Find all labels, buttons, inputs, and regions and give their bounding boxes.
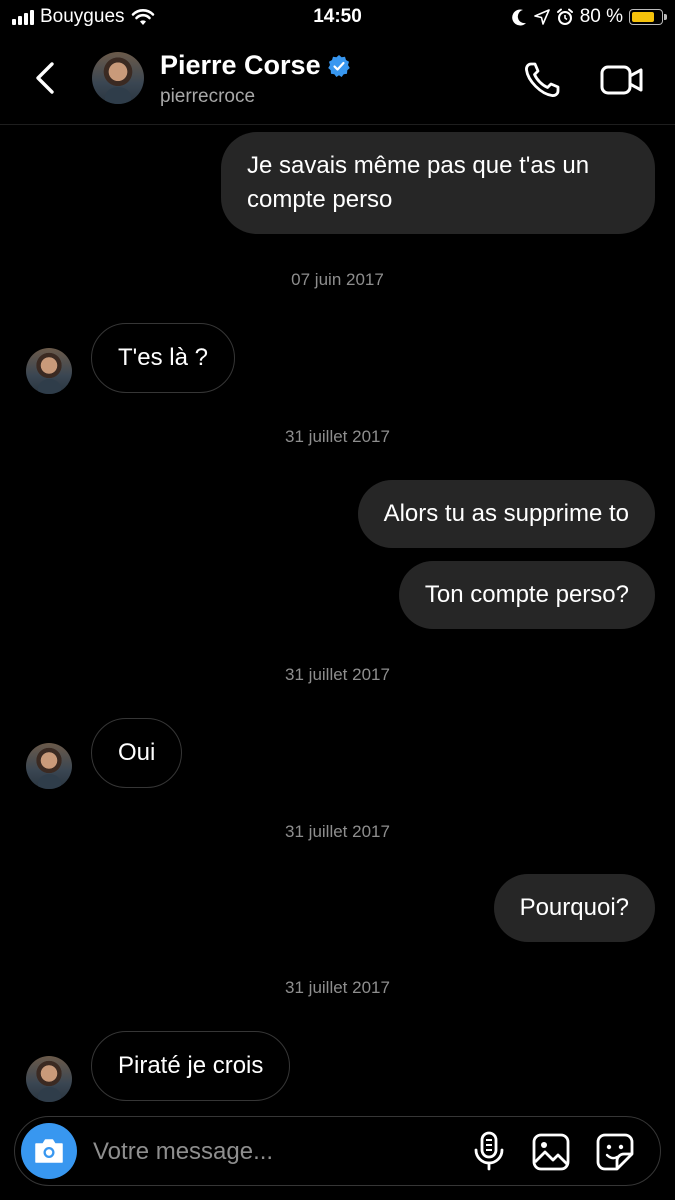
sent-message[interactable]: Alors tu as supprime to	[357, 480, 655, 548]
sender-avatar[interactable]	[26, 1056, 72, 1102]
date-separator: 31 juillet 2017	[285, 978, 390, 997]
status-bar: Bouygues 14:50 80 %	[0, 0, 675, 36]
microphone-icon[interactable]	[471, 1131, 507, 1171]
verified-badge-icon	[327, 54, 350, 77]
back-icon[interactable]	[30, 58, 60, 98]
status-right: 80 %	[511, 6, 667, 28]
sent-message[interactable]: Je savais même pas que t'as un compte pe…	[221, 132, 655, 234]
contact-name[interactable]: Pierre Corse	[160, 50, 351, 81]
battery-icon	[629, 9, 667, 25]
alarm-icon	[556, 8, 573, 25]
camera-button[interactable]	[21, 1123, 77, 1179]
video-camera-icon[interactable]	[600, 62, 644, 98]
contact-name-text: Pierre Corse	[160, 50, 321, 80]
date-separator: 31 juillet 2017	[285, 665, 390, 684]
received-message[interactable]: Oui	[91, 718, 183, 788]
date-separator: 31 juillet 2017	[285, 427, 390, 446]
sender-avatar[interactable]	[26, 743, 72, 789]
sent-message[interactable]: Ton compte perso?	[398, 561, 655, 629]
date-separator: 07 juin 2017	[291, 270, 384, 289]
contact-handle[interactable]: pierrecroce	[160, 86, 255, 108]
phone-icon[interactable]	[522, 60, 562, 100]
sent-message[interactable]: Pourquoi?	[493, 874, 655, 942]
location-arrow-icon	[533, 9, 550, 25]
camera-icon	[35, 1139, 63, 1163]
moon-icon	[511, 9, 526, 26]
battery-percent: 80 %	[579, 6, 623, 27]
sender-avatar[interactable]	[26, 348, 72, 394]
message-input[interactable]	[91, 1127, 395, 1177]
date-separator: 31 juillet 2017	[285, 822, 390, 841]
received-message[interactable]: T'es là ?	[91, 323, 235, 393]
conversation-header: Pierre Corse pierrecroce	[0, 36, 675, 125]
contact-avatar[interactable]	[92, 52, 144, 104]
sticker-icon[interactable]	[595, 1132, 635, 1172]
received-message[interactable]: Piraté je crois	[91, 1031, 291, 1101]
message-composer	[14, 1116, 661, 1186]
battery-fill	[632, 12, 654, 22]
gallery-icon[interactable]	[531, 1132, 571, 1172]
